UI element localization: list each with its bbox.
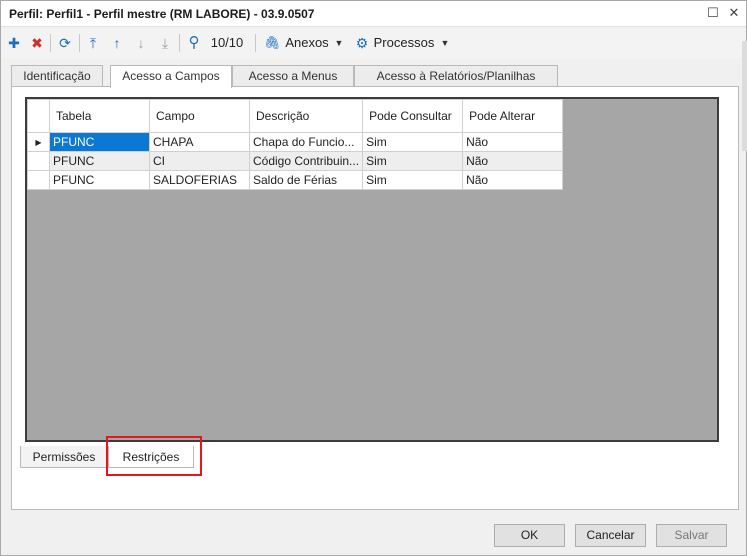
cell-descricao[interactable]: Saldo de Férias [248, 170, 364, 190]
tab-acesso-a-campos[interactable]: Acesso a Campos [110, 65, 232, 88]
cancel-button[interactable]: Cancelar [575, 524, 646, 547]
cell-pode-consultar[interactable]: Sim [362, 132, 464, 152]
tab-permissoes[interactable]: Permissões [20, 446, 108, 468]
cell-pode-alterar[interactable]: Não [462, 170, 564, 190]
processes-dropdown-icon[interactable]: ▼ [439, 32, 451, 54]
table-header-row: Tabela Campo Descrição Pode Consultar Po… [27, 99, 564, 133]
table-row[interactable]: PFUNC CI Código Contribuin... Sim Não [27, 151, 564, 171]
cell-campo[interactable]: CI [149, 151, 250, 171]
dialog-window: Perfil: Perfil1 - Perfil mestre (RM LABO… [0, 0, 747, 556]
cell-tabela[interactable]: PFUNC [49, 132, 150, 152]
cell-pode-alterar[interactable]: Não [462, 132, 564, 152]
cell-campo[interactable]: CHAPA [149, 132, 250, 152]
first-record-icon[interactable]: ⤒ [84, 32, 102, 54]
save-button[interactable]: Salvar [656, 524, 727, 547]
row-indicator [27, 170, 50, 190]
title-bar: Perfil: Perfil1 - Perfil mestre (RM LABO… [1, 1, 746, 27]
table-row[interactable]: PFUNC SALDOFERIAS Saldo de Férias Sim Nã… [27, 170, 564, 190]
window-title: Perfil: Perfil1 - Perfil mestre (RM LABO… [9, 7, 315, 21]
toolbar: ✚ ✖ ⟳ ⤒ ↑ ↓ ⤓ ⚲ 10/10 🖇 Anexos ▼ ⚙ Proce… [1, 28, 746, 58]
column-header-descricao[interactable]: Descrição [248, 99, 364, 133]
tab-acesso-a-menus[interactable]: Acesso a Menus [232, 65, 354, 87]
paperclip-icon: 🖇 [263, 35, 281, 50]
previous-record-icon[interactable]: ↑ [108, 32, 126, 54]
maximize-button[interactable]: ☐ [704, 4, 722, 22]
row-indicator [27, 151, 50, 171]
tab-restricoes[interactable]: Restrições [108, 446, 194, 468]
refresh-icon[interactable]: ⟳ [55, 32, 75, 54]
column-header-pode-alterar[interactable]: Pode Alterar [462, 99, 564, 133]
gear-icon: ⚙ [355, 35, 369, 51]
column-header-pode-consultar[interactable]: Pode Consultar [362, 99, 464, 133]
toolbar-separator [50, 34, 51, 52]
attachments-dropdown-icon[interactable]: ▼ [333, 32, 345, 54]
record-position: 10/10 [210, 35, 244, 50]
main-tabs: Identificação Acesso a Campos Acesso a M… [11, 65, 741, 88]
cell-pode-consultar[interactable]: Sim [362, 170, 464, 190]
column-header-tabela[interactable]: Tabela [49, 99, 150, 133]
search-icon[interactable]: ⚲ [184, 32, 204, 54]
tab-identificacao[interactable]: Identificação [11, 65, 103, 87]
toolbar-separator [79, 34, 80, 52]
cell-descricao[interactable]: Código Contribuin... [248, 151, 364, 171]
close-button[interactable]: ✕ [725, 4, 743, 22]
cell-campo[interactable]: SALDOFERIAS [149, 170, 250, 190]
cell-pode-consultar[interactable]: Sim [362, 151, 464, 171]
column-header-campo[interactable]: Campo [149, 99, 250, 133]
toolbar-separator [179, 34, 180, 52]
cell-tabela[interactable]: PFUNC [49, 151, 150, 171]
row-indicator-header [27, 99, 50, 133]
ok-button[interactable]: OK [494, 524, 565, 547]
add-icon[interactable]: ✚ [5, 32, 23, 54]
next-record-icon[interactable]: ↓ [132, 32, 150, 54]
delete-icon[interactable]: ✖ [28, 32, 46, 54]
table-row[interactable]: ▶ PFUNC CHAPA Chapa do Funcio... Sim Não [27, 132, 564, 152]
last-record-icon[interactable]: ⤓ [156, 32, 174, 54]
tab-acesso-relatorios-planilhas[interactable]: Acesso à Relatórios/Planilhas [354, 65, 558, 87]
processes-button[interactable]: Processos [373, 32, 435, 54]
cell-tabela[interactable]: PFUNC [49, 170, 150, 190]
scrollbar[interactable] [742, 41, 747, 151]
cell-pode-alterar[interactable]: Não [462, 151, 564, 171]
attachments-button[interactable]: Anexos [284, 32, 330, 54]
toolbar-separator [255, 34, 256, 52]
fields-grid[interactable]: Tabela Campo Descrição Pode Consultar Po… [25, 97, 719, 442]
cell-descricao[interactable]: Chapa do Funcio... [248, 132, 364, 152]
fields-table: Tabela Campo Descrição Pode Consultar Po… [27, 99, 564, 190]
current-row-icon: ▶ [27, 132, 50, 152]
